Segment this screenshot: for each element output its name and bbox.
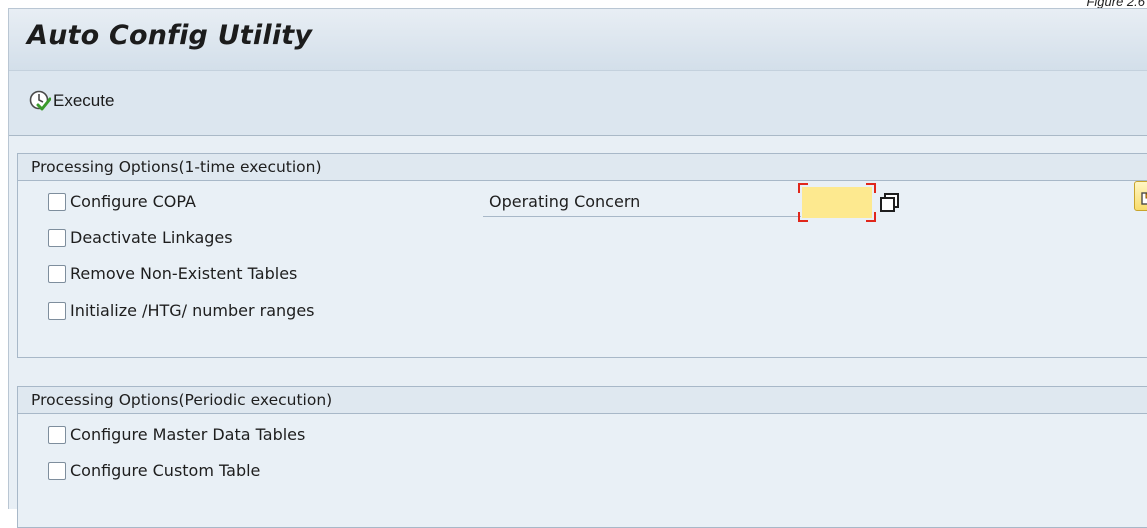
configure-copa-checkbox[interactable]: Configure COPA	[48, 192, 196, 211]
checkbox-box[interactable]	[48, 461, 66, 480]
remove-nonexistent-tables-checkbox[interactable]: Remove Non-Existent Tables	[48, 264, 297, 283]
execute-label: Execute	[53, 91, 115, 110]
application-toolbar: Execute	[9, 71, 1147, 136]
checkbox-label: Initialize /HTG/ number ranges	[70, 301, 315, 320]
group-header-1time: Processing Options(1-time execution)	[18, 154, 1147, 181]
arrow-into-box-icon	[1141, 192, 1147, 205]
checkbox-box[interactable]	[48, 425, 66, 444]
operating-concern-field	[798, 183, 876, 222]
checkbox-box[interactable]	[48, 228, 66, 247]
configure-custom-table-checkbox[interactable]: Configure Custom Table	[48, 461, 260, 480]
checkbox-box[interactable]	[48, 301, 66, 320]
group-header-periodic: Processing Options(Periodic execution)	[18, 387, 1147, 414]
checkbox-label: Configure Master Data Tables	[70, 425, 306, 444]
group-periodic-execution: Processing Options(Periodic execution) C…	[17, 386, 1147, 528]
operating-concern-input[interactable]	[802, 187, 872, 218]
checkbox-box[interactable]	[48, 192, 66, 211]
checkbox-label: Deactivate Linkages	[70, 228, 233, 247]
configure-master-data-tables-checkbox[interactable]: Configure Master Data Tables	[48, 425, 305, 444]
group-1time-execution: Processing Options(1-time execution) Con…	[17, 153, 1147, 358]
operating-concern-label: Operating Concern	[483, 187, 801, 217]
display-object-button[interactable]	[1134, 181, 1147, 211]
checkbox-box[interactable]	[48, 264, 66, 283]
execute-button[interactable]: Execute	[29, 90, 114, 112]
execute-icon	[29, 90, 51, 111]
value-help-icon[interactable]	[879, 192, 901, 214]
checkbox-label: Configure Custom Table	[70, 461, 261, 480]
main-area: Processing Options(1-time execution) Con…	[9, 136, 1147, 528]
app-title: Auto Config Utility	[27, 20, 313, 51]
deactivate-linkages-checkbox[interactable]: Deactivate Linkages	[48, 228, 233, 247]
checkbox-label: Configure COPA	[70, 192, 196, 211]
title-bar: Auto Config Utility	[9, 9, 1147, 71]
sap-screen: Auto Config Utility Execute Processing O…	[8, 8, 1147, 528]
checkbox-label: Remove Non-Existent Tables	[70, 264, 298, 283]
initialize-number-ranges-checkbox[interactable]: Initialize /HTG/ number ranges	[48, 301, 315, 320]
